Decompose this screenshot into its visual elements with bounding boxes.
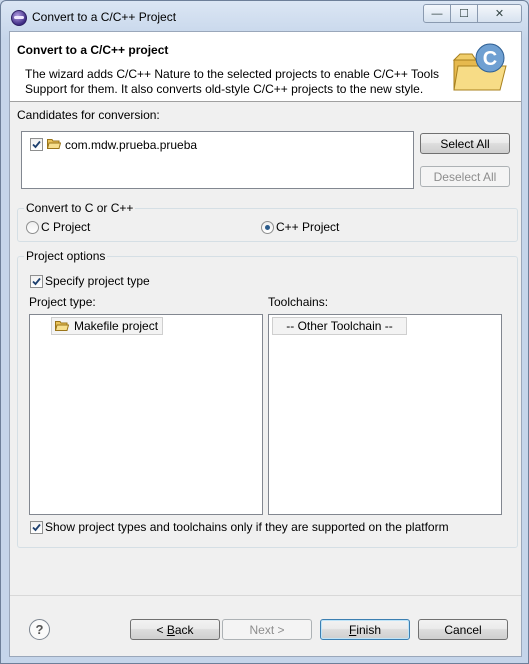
minimize-icon: — — [431, 7, 443, 20]
help-icon[interactable]: ? — [29, 619, 50, 640]
dialog-window: Convert to a C/C++ Project — ☐ ✕ Convert… — [0, 0, 529, 664]
project-type-item-label: Makefile project — [74, 319, 159, 333]
specify-type-checkbox[interactable] — [30, 275, 43, 288]
c-project-label[interactable]: C Project — [41, 220, 90, 234]
cancel-button[interactable]: Cancel — [418, 619, 508, 640]
wizard-description: The wizard adds C/C++ Nature to the sele… — [25, 67, 440, 96]
title-bar[interactable]: Convert to a C/C++ Project — ☐ ✕ — [1, 1, 528, 33]
select-all-button[interactable]: Select All — [420, 133, 510, 154]
maximize-button[interactable]: ☐ — [451, 4, 478, 23]
finish-button[interactable]: Finish — [320, 619, 410, 640]
back-prefix: < — [156, 623, 167, 637]
close-button[interactable]: ✕ — [478, 4, 522, 23]
list-item[interactable]: -- Other Toolchain -- — [272, 317, 407, 335]
wizard-title: Convert to a C/C++ project — [17, 43, 169, 57]
toolchains-list[interactable]: -- Other Toolchain -- — [268, 314, 502, 515]
maximize-icon: ☐ — [459, 8, 469, 20]
window-title: Convert to a C/C++ Project — [32, 10, 177, 24]
eclipse-app-icon — [11, 10, 27, 26]
toolchains-label: Toolchains: — [268, 295, 329, 309]
cpp-project-radio[interactable] — [261, 221, 274, 234]
candidate-checkbox[interactable] — [30, 138, 43, 151]
list-item[interactable]: com.mdw.prueba.prueba — [27, 137, 227, 153]
minimize-button[interactable]: — — [423, 4, 451, 23]
dialog-content: Convert to a C/C++ project The wizard ad… — [9, 31, 522, 657]
candidates-list[interactable]: com.mdw.prueba.prueba — [21, 131, 414, 189]
checkmark-icon — [32, 523, 41, 532]
project-type-label: Project type: — [29, 295, 96, 309]
list-item[interactable]: Makefile project — [51, 317, 163, 335]
checkmark-icon — [32, 140, 41, 149]
c-project-radio[interactable] — [26, 221, 39, 234]
show-supported-checkbox[interactable] — [30, 521, 43, 534]
toolchain-item-label: -- Other Toolchain -- — [286, 319, 393, 333]
wizard-header: Convert to a C/C++ project The wizard ad… — [10, 32, 521, 102]
footer-divider — [10, 595, 521, 596]
convert-group-title: Convert to C or C++ — [24, 201, 136, 215]
next-button[interactable]: Next > — [222, 619, 312, 640]
svg-text:C: C — [483, 48, 497, 70]
candidate-label: com.mdw.prueba.prueba — [65, 138, 198, 152]
project-type-list[interactable]: Makefile project — [29, 314, 263, 515]
checkmark-icon — [32, 277, 41, 286]
show-supported-label[interactable]: Show project types and toolchains only i… — [45, 520, 449, 534]
cpp-folder-wizard-icon: C — [452, 43, 507, 91]
candidates-label: Candidates for conversion: — [17, 108, 160, 122]
close-icon: ✕ — [494, 8, 505, 20]
back-mnemonic: B — [166, 623, 175, 637]
cpp-project-label[interactable]: C++ Project — [276, 220, 339, 234]
finish-rest: inish — [356, 623, 382, 637]
window-controls: — ☐ ✕ — [423, 4, 522, 23]
open-folder-icon — [55, 321, 69, 331]
specify-type-label[interactable]: Specify project type — [45, 274, 150, 288]
deselect-all-button[interactable]: Deselect All — [420, 166, 510, 187]
project-options-title: Project options — [24, 249, 108, 263]
back-rest: ack — [174, 623, 194, 637]
back-button[interactable]: < Back — [130, 619, 220, 640]
open-folder-icon — [47, 139, 61, 149]
